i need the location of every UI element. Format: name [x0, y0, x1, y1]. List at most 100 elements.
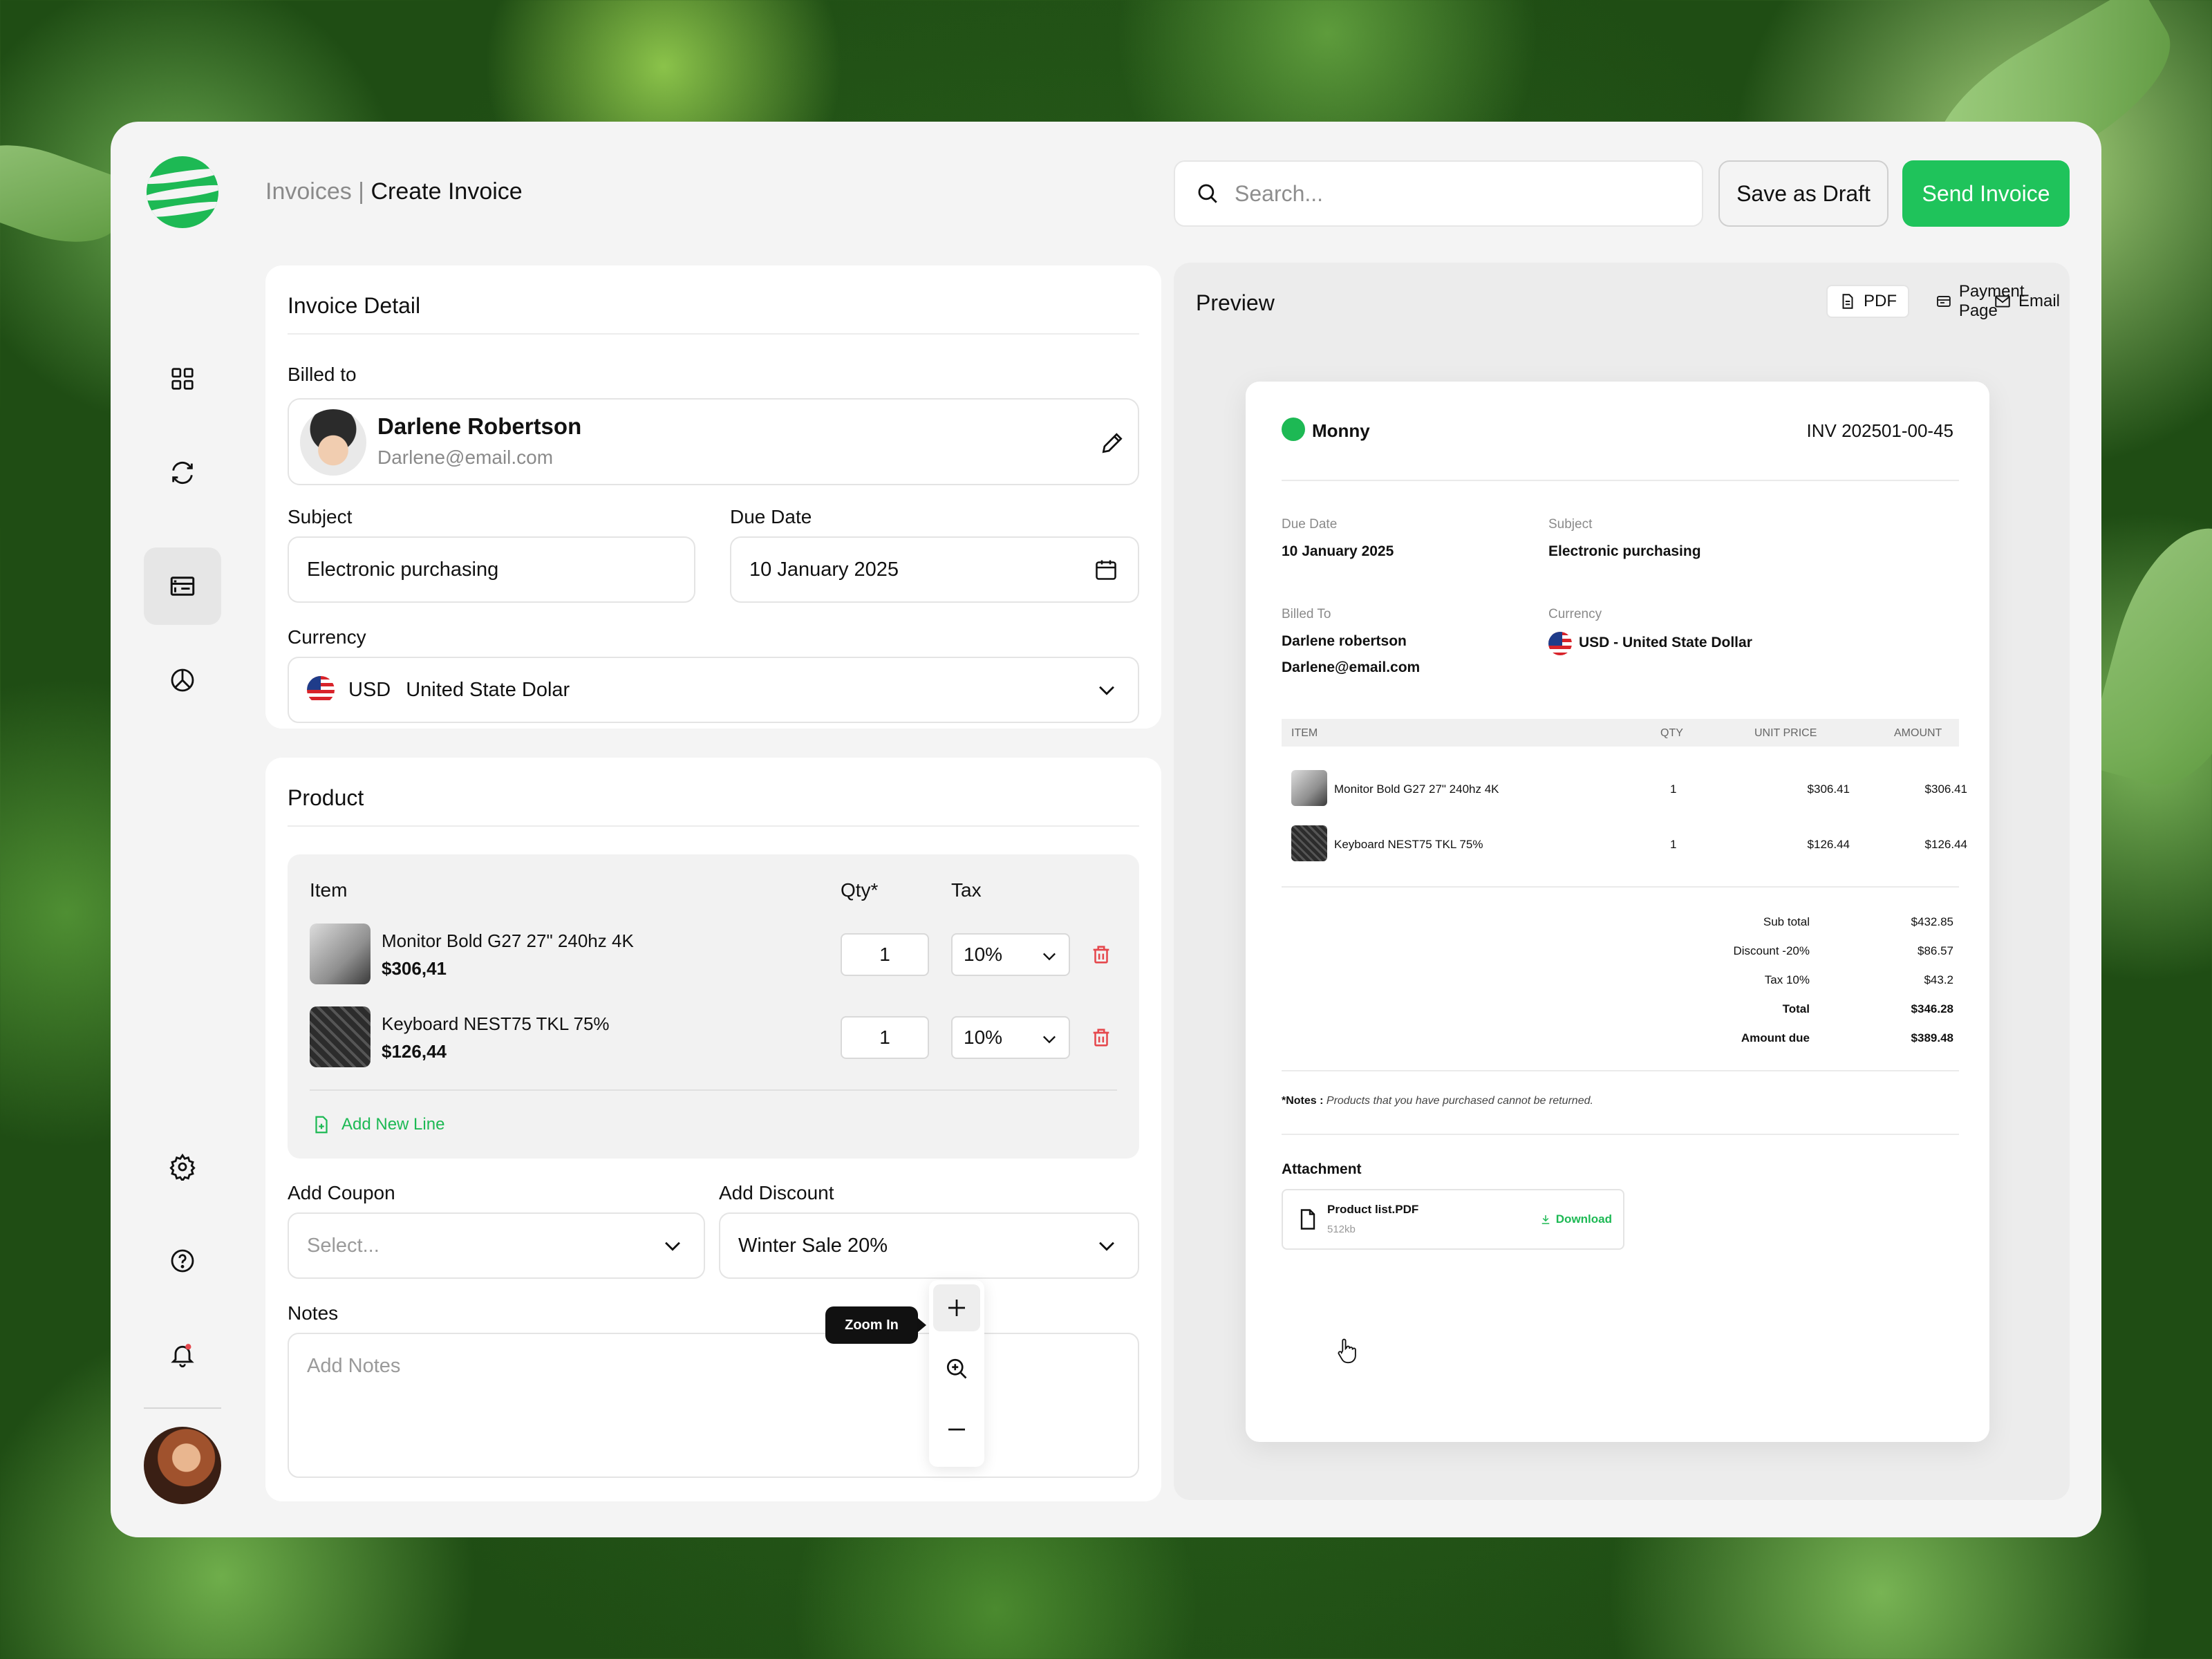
th-qty: QTY: [1660, 727, 1683, 739]
background-leaf: [2083, 512, 2212, 802]
doc-billed-email: Darlene@email.com: [1282, 659, 1421, 675]
doc-item-name: Monitor Bold G27 27" 240hz 4K: [1334, 782, 1499, 796]
zoom-fit-button[interactable]: [933, 1345, 980, 1392]
client-email: Darlene@email.com: [377, 447, 554, 468]
zoom-tooltip: Zoom In: [825, 1306, 926, 1344]
sidebar-item-help[interactable]: [144, 1222, 221, 1300]
user-avatar[interactable]: [144, 1427, 221, 1504]
invoice-document: Monny INV 202501-00-45 Due Date 10 Janua…: [1246, 382, 1989, 1442]
doc-item-thumbnail: [1291, 770, 1327, 806]
invoice-detail-card: Invoice Detail Billed to Darlene Roberts…: [265, 265, 1161, 729]
pie-chart-icon: [171, 668, 194, 692]
attachment-file: Product list.PDF 512kb Download: [1282, 1189, 1624, 1250]
chevron-down-icon: [1043, 953, 1056, 961]
doc-item-qty: 1: [1670, 782, 1677, 796]
zoom-in-button[interactable]: [933, 1284, 980, 1331]
breadcrumb-current: Create Invoice: [371, 178, 523, 205]
download-icon: [1541, 1215, 1550, 1224]
doc-subject-label: Subject: [1548, 517, 1593, 532]
chevron-down-icon: [1099, 686, 1114, 695]
sidebar-item-invoices[interactable]: [144, 547, 221, 625]
help-icon: [171, 1249, 194, 1273]
discount-value: Winter Sale 20%: [738, 1234, 888, 1257]
breadcrumb-parent[interactable]: Invoices |: [265, 178, 364, 205]
product-title: Product: [288, 785, 364, 810]
tax-select[interactable]: 10%: [951, 933, 1070, 976]
product-name: Monitor Bold G27 27" 240hz 4K: [382, 930, 634, 951]
coupon-select[interactable]: Select...: [288, 1212, 705, 1279]
product-thumbnail: [310, 924, 371, 984]
sidebar-item-notifications[interactable]: [144, 1316, 221, 1394]
calendar-icon[interactable]: [1094, 557, 1118, 582]
product-name: Keyboard NEST75 TKL 75%: [382, 1013, 610, 1034]
search-input[interactable]: Search...: [1174, 160, 1703, 227]
discount-label: Add Discount: [719, 1182, 834, 1203]
zoom-controls: [929, 1280, 984, 1467]
col-tax: Tax: [951, 879, 982, 901]
breadcrumb: Invoices | Create Invoice: [265, 178, 523, 205]
divider: [1282, 1134, 1959, 1135]
subject-field[interactable]: Electronic purchasing: [288, 536, 695, 603]
discount-value: $86.57: [1918, 944, 1953, 957]
client-name: Darlene Robertson: [377, 413, 582, 439]
refresh-icon: [172, 461, 193, 485]
total-value: $346.28: [1911, 1002, 1953, 1015]
th-amount: AMOUNT: [1894, 727, 1942, 739]
doc-item-unit: $306.41: [1807, 782, 1850, 796]
product-card: Product Item Qty* Tax Monitor Bold G27 2…: [265, 758, 1161, 1501]
notes-textarea[interactable]: Add Notes: [288, 1333, 1139, 1478]
currency-name: United State Dolar: [406, 678, 570, 701]
subject-label: Subject: [288, 506, 353, 527]
chevron-down-icon: [1099, 1241, 1114, 1251]
coupon-placeholder: Select...: [307, 1234, 379, 1257]
add-new-line-button[interactable]: Add New Line: [311, 1114, 444, 1135]
settings-icon: [169, 1153, 196, 1181]
divider: [310, 1089, 1117, 1091]
delete-icon[interactable]: [1089, 1026, 1113, 1049]
doc-table-header: [1282, 719, 1959, 747]
doc-currency-label: Currency: [1548, 607, 1602, 621]
search-icon: [1198, 184, 1217, 203]
doc-item-unit: $126.44: [1807, 838, 1850, 851]
tax-select[interactable]: 10%: [951, 1016, 1070, 1059]
tab-pdf[interactable]: PDF: [1826, 285, 1909, 318]
divider: [288, 333, 1139, 335]
search-placeholder: Search...: [1235, 180, 1324, 206]
sidebar-item-settings[interactable]: [144, 1128, 221, 1206]
due-date-field[interactable]: 10 January 2025: [730, 536, 1139, 603]
qty-input[interactable]: 1: [841, 1016, 929, 1059]
app-window: Invoices | Create Invoice Search... Save…: [111, 122, 2101, 1537]
amount-due-value: $389.48: [1911, 1031, 1953, 1044]
doc-item-amount: $126.44: [1924, 838, 1967, 851]
brand-logo[interactable]: [147, 156, 218, 228]
currency-select[interactable]: USD United State Dolar: [288, 657, 1139, 723]
chevron-down-icon: [665, 1241, 680, 1251]
due-date-value: 10 January 2025: [749, 558, 899, 581]
divider: [1282, 1070, 1959, 1071]
card-icon: [1937, 296, 1951, 307]
add-file-icon: [315, 1116, 328, 1134]
currency-code: USD: [348, 678, 391, 701]
us-flag-icon: [1548, 632, 1572, 655]
edit-icon[interactable]: [1099, 430, 1125, 456]
product-table: Item Qty* Tax Monitor Bold G27 27" 240hz…: [288, 854, 1139, 1159]
send-invoice-button[interactable]: Send Invoice: [1902, 160, 2070, 227]
billed-to-label: Billed to: [288, 364, 357, 385]
product-price: $126,44: [382, 1041, 447, 1062]
save-draft-button[interactable]: Save as Draft: [1718, 160, 1888, 227]
total-label: Total: [1782, 1002, 1810, 1015]
file-icon: [1842, 294, 1853, 309]
qty-input[interactable]: 1: [841, 933, 929, 976]
doc-billed-name: Darlene robertson: [1282, 633, 1407, 649]
sidebar-item-transactions[interactable]: [144, 434, 221, 512]
tab-email[interactable]: Email: [1983, 285, 2071, 318]
sidebar-item-dashboard[interactable]: [144, 340, 221, 418]
download-link[interactable]: Download: [1539, 1212, 1612, 1226]
delete-icon[interactable]: [1089, 943, 1113, 966]
product-price: $306,41: [382, 958, 447, 979]
zoom-out-button[interactable]: [933, 1406, 980, 1453]
discount-select[interactable]: Winter Sale 20%: [719, 1212, 1139, 1279]
us-flag-icon: [307, 676, 335, 704]
invoice-icon: [170, 577, 195, 596]
sidebar-item-analytics[interactable]: [144, 641, 221, 719]
